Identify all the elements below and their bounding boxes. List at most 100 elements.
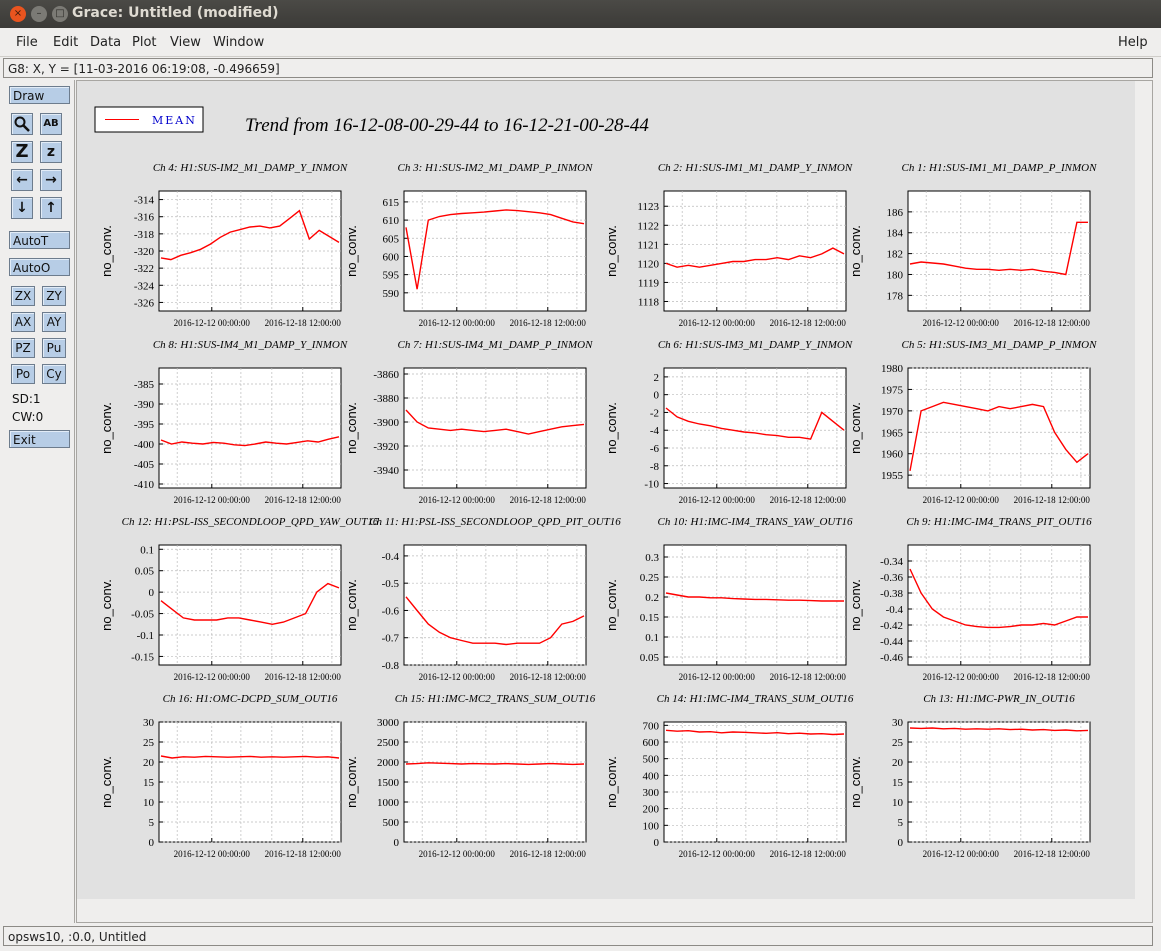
y-tick-label: -0.38 [880,588,903,600]
x-tick-label: 2016-12-18 12:00:00 [510,318,587,328]
pz-button[interactable]: PZ [11,338,35,358]
y-tick-label: 1119 [638,277,660,289]
y-tick-label: 15 [143,777,155,789]
zx-button[interactable]: ZX [11,286,35,306]
plot-area [158,721,342,843]
menu-file[interactable]: File [16,35,38,50]
autot-button[interactable]: AutoT [9,231,70,249]
y-tick-label: 186 [887,207,904,219]
graph-title: Ch 6: H1:SUS-IM3_M1_DAMP_Y_INMON [658,339,853,351]
arrow-left-icon[interactable]: ← [11,169,33,191]
zoom-icon[interactable]: Z [11,141,33,163]
y-tick-label: -0.15 [131,651,154,663]
po-button[interactable]: Po [11,364,35,384]
window-titlebar: × – □ Grace: Untitled (modified) [0,0,1161,28]
shrink-icon[interactable]: z [40,141,62,163]
y-tick-label: 605 [383,233,400,245]
x-tick-label: 2016-12-18 12:00:00 [770,849,847,859]
graph-title: Ch 11: H1:PSL-ISS_SECONDLOOP_QPD_PIT_OUT… [369,516,621,528]
arrow-right-icon[interactable]: → [40,169,62,191]
y-tick-label: 5 [898,817,904,829]
y-tick-label: 1121 [637,239,659,251]
graph-title: Ch 16: H1:OMC-DCPD_SUM_OUT16 [163,693,338,705]
x-tick-label: 2016-12-18 12:00:00 [265,318,342,328]
y-tick-label: 1000 [377,797,400,809]
x-tick-label: 2016-12-18 12:00:00 [770,672,847,682]
graph-title: Ch 14: H1:IMC-IM4_TRANS_SUM_OUT16 [657,693,854,705]
y-tick-label: -3920 [373,441,399,453]
menu-plot[interactable]: Plot [132,35,157,50]
ax-button[interactable]: AX [11,312,35,332]
y-axis-label: no_conv. [848,225,863,277]
canvas-hscroll[interactable] [77,899,1135,922]
minimize-window-icon[interactable]: – [31,6,47,22]
zy-button[interactable]: ZY [42,286,66,306]
tool-panel: Draw AB Z z ← → ↓ ↑ AutoT AutoO ZX ZY AX… [0,80,75,923]
y-tick-label: 0.15 [640,612,660,624]
menu-view[interactable]: View [170,35,201,50]
y-tick-label: 1123 [637,201,659,213]
x-tick-label: 2016-12-12 00:00:00 [679,672,756,682]
x-tick-label: 2016-12-12 00:00:00 [679,495,756,505]
x-tick-label: 2016-12-12 00:00:00 [174,672,251,682]
y-tick-label: 25 [143,737,155,749]
draw-button[interactable]: Draw [9,86,70,104]
y-tick-label: -0.4 [382,551,400,563]
y-tick-label: 0.3 [645,552,659,564]
graph-title: Ch 4: H1:SUS-IM2_M1_DAMP_Y_INMON [153,162,348,174]
menu-edit[interactable]: Edit [53,35,78,50]
x-tick-label: 2016-12-12 00:00:00 [419,495,496,505]
graph-canvas[interactable]: MEAN Trend from 16-12-08-00-29-44 to 16-… [77,81,1152,922]
y-tick-label: 1955 [881,470,904,482]
y-tick-label: 0.1 [645,632,659,644]
x-tick-label: 2016-12-12 00:00:00 [923,849,1000,859]
close-window-icon[interactable]: × [10,6,26,22]
y-tick-label: -8 [650,461,660,473]
menu-data[interactable]: Data [90,35,121,50]
y-tick-label: -0.7 [382,633,400,645]
y-tick-label: 184 [887,228,904,240]
y-tick-label: 500 [643,754,660,766]
y-axis-label: no_conv. [848,402,863,454]
arrow-up-icon[interactable]: ↑ [40,197,62,219]
y-tick-label: 400 [643,770,660,782]
maximize-window-icon[interactable]: □ [52,6,68,22]
plot-area [907,544,1091,666]
arrow-down-icon[interactable]: ↓ [11,197,33,219]
graph-title: Ch 9: H1:IMC-IM4_TRANS_PIT_OUT16 [906,516,1092,528]
locator-bar: G8: X, Y = [11-03-2016 06:19:08, -0.4966… [3,58,1153,78]
graph-title: Ch 3: H1:SUS-IM2_M1_DAMP_P_INMON [398,162,594,174]
current-world-label: CW:0 [12,410,44,424]
y-tick-label: -3900 [373,417,399,429]
y-tick-label: -3860 [373,369,399,381]
cy-button[interactable]: Cy [42,364,66,384]
exit-button[interactable]: Exit [9,430,70,448]
y-tick-label: -0.6 [382,605,400,617]
y-tick-label: 1118 [638,296,660,308]
y-tick-label: -0.4 [886,604,904,616]
pu-button[interactable]: Pu [42,338,66,358]
menu-window[interactable]: Window [213,35,264,50]
ay-button[interactable]: AY [42,312,66,332]
y-tick-label: 100 [643,820,660,832]
y-tick-label: 1122 [637,220,659,232]
canvas-vscroll[interactable] [1135,81,1152,922]
graph-title: Ch 7: H1:SUS-IM4_M1_DAMP_P_INMON [398,339,594,351]
graph-title: Ch 15: H1:IMC-MC2_TRANS_SUM_OUT16 [395,693,596,705]
menubar: File Edit Data Plot View Window Help [0,28,1161,57]
y-tick-label: -322 [134,263,154,275]
y-axis-label: no_conv. [344,756,359,808]
graph-canvas-frame: MEAN Trend from 16-12-08-00-29-44 to 16-… [76,80,1153,923]
graph-title: Ch 2: H1:SUS-IM1_M1_DAMP_Y_INMON [658,162,853,174]
menu-help[interactable]: Help [1118,35,1148,50]
y-axis-label: no_conv. [99,756,114,808]
magnifier-icon[interactable] [11,113,33,135]
y-tick-label: -318 [134,229,155,241]
autoo-button[interactable]: AutoO [9,258,70,276]
text-tool-icon[interactable]: AB [40,113,62,135]
y-axis-label: no_conv. [344,579,359,631]
y-tick-label: 0 [654,390,660,402]
x-tick-label: 2016-12-12 00:00:00 [923,318,1000,328]
y-tick-label: -2 [650,407,659,419]
y-tick-label: -3880 [373,393,399,405]
